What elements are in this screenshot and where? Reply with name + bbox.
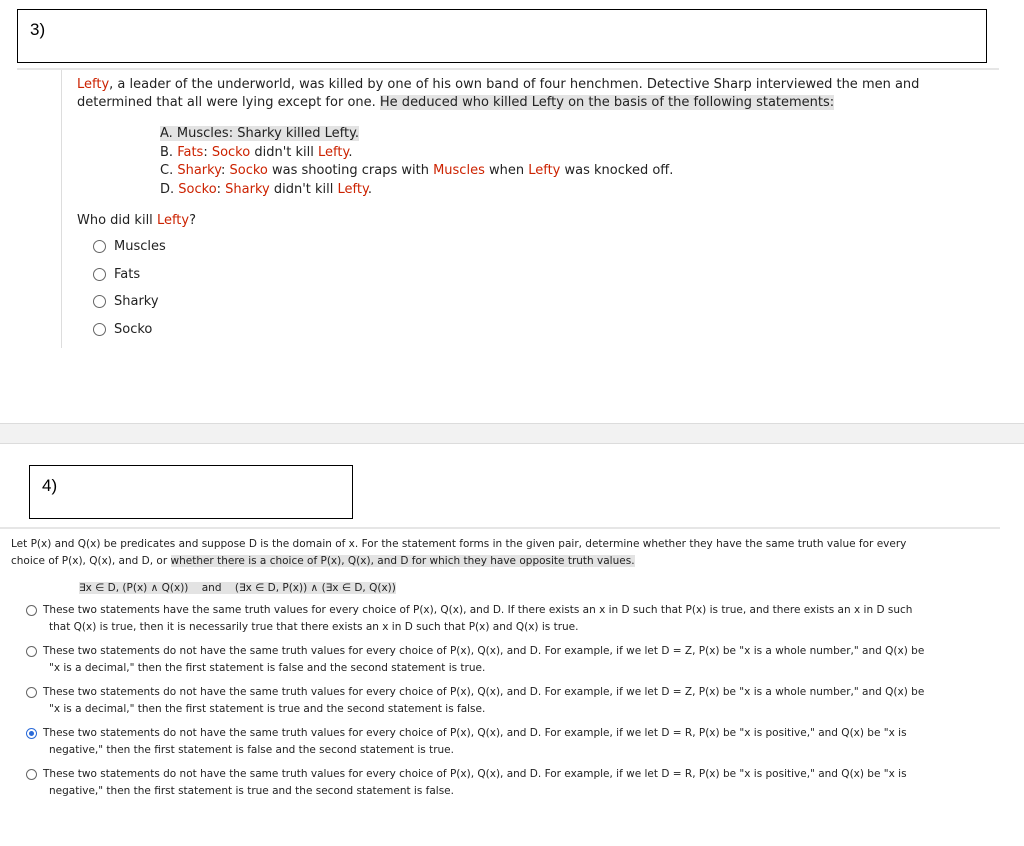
question-3-number-box: 3) — [17, 9, 987, 63]
content-left-rule — [61, 70, 62, 348]
statement-pair: ∃x ∈ D, (P(x) ∧ Q(x)) and (∃x ∈ D, P(x))… — [79, 580, 396, 597]
statement-d: D. Socko: Sharky didn't kill Lefty. — [160, 182, 372, 197]
question-4-number-box: 4) — [29, 465, 353, 519]
highlighted-text: whether there is a choice of P(x), Q(x),… — [170, 555, 635, 567]
option-label: Fats — [114, 267, 141, 282]
statement-pair-text: ∃x ∈ D, (P(x) ∧ Q(x)) and (∃x ∈ D, P(x))… — [79, 582, 396, 594]
option-label: Sharky — [114, 294, 159, 309]
intro-text: determined that all were lying except fo… — [77, 95, 376, 110]
radio-button[interactable] — [26, 687, 37, 698]
answer-option-1[interactable]: These two statements have the same truth… — [26, 602, 996, 636]
radio-button[interactable] — [26, 605, 37, 616]
name-lefty: Lefty — [77, 77, 110, 92]
radio-button[interactable] — [93, 323, 106, 336]
question-separator — [0, 423, 1024, 444]
statement-c: C. Sharky: Socko was shooting craps with… — [160, 163, 674, 178]
answer-option-4-selected[interactable]: These two statements do not have the sam… — [26, 725, 996, 759]
radio-button[interactable] — [93, 240, 106, 253]
question-4-intro: Let P(x) and Q(x) be predicates and supp… — [11, 538, 907, 567]
question-3-prompt: Who did kill Lefty? — [77, 213, 196, 228]
intro-text: , a leader of the underworld, was killed… — [109, 77, 920, 92]
answer-option-3[interactable]: These two statements do not have the sam… — [26, 684, 996, 718]
divider — [17, 68, 999, 70]
radio-button[interactable] — [26, 646, 37, 657]
statement-a: A. Muscles: Sharky killed Lefty. — [160, 126, 360, 141]
radio-button-selected[interactable] — [26, 728, 37, 739]
divider — [0, 527, 1000, 529]
radio-button[interactable] — [26, 769, 37, 780]
radio-button[interactable] — [93, 295, 106, 308]
radio-button[interactable] — [93, 268, 106, 281]
question-3-intro: Lefty, a leader of the underworld, was k… — [77, 76, 977, 112]
answer-option-socko[interactable]: Socko — [93, 322, 152, 337]
question-3-number: 3) — [30, 20, 46, 39]
option-label: Muscles — [114, 239, 166, 254]
answer-option-2[interactable]: These two statements do not have the sam… — [26, 643, 996, 677]
answer-option-muscles[interactable]: Muscles — [93, 239, 166, 254]
option-label: Socko — [114, 322, 153, 337]
highlighted-text: He deduced who killed Lefty on the basis… — [379, 95, 835, 110]
answer-option-sharky[interactable]: Sharky — [93, 294, 159, 309]
statement-a-text: A. Muscles: Sharky killed Lefty. — [160, 126, 360, 141]
question-4-number: 4) — [42, 476, 58, 495]
answer-option-fats[interactable]: Fats — [93, 267, 140, 282]
statement-b: B. Fats: Socko didn't kill Lefty. — [160, 145, 353, 160]
answer-option-5[interactable]: These two statements do not have the sam… — [26, 766, 996, 800]
